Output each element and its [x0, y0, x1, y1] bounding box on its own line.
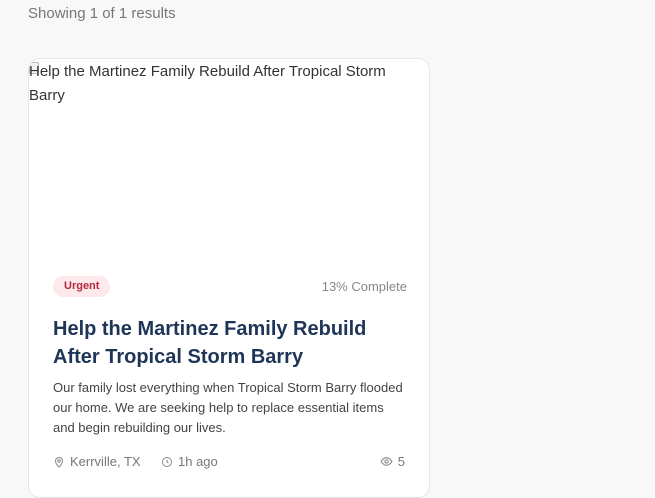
image-alt-text: Help the Martinez Family Rebuild After T…	[29, 63, 386, 104]
time-ago: 1h ago	[161, 454, 218, 469]
campaign-card[interactable]: Help the Martinez Family Rebuild After T…	[28, 58, 430, 498]
clock-icon	[162, 456, 172, 467]
time-text: 1h ago	[178, 454, 218, 469]
views-text: 5	[397, 454, 405, 469]
urgent-badge: Urgent	[53, 276, 111, 297]
view-count: 5	[380, 454, 405, 469]
campaign-description: Our family lost everything when Tropical…	[53, 380, 403, 435]
card-body: Urgent 13% Complete Help the Martinez Fa…	[53, 273, 407, 474]
campaign-title[interactable]: Help the Martinez Family Rebuild After T…	[53, 315, 407, 371]
progress-text: 13% Complete	[321, 279, 407, 294]
card-footer: Kerrville, TX 1h ago 5	[53, 452, 407, 474]
location: Kerrville, TX	[53, 454, 141, 469]
campaign-image[interactable]: Help the Martinez Family Rebuild After T…	[29, 59, 429, 255]
eye-icon	[380, 457, 393, 466]
card-meta-row: Urgent 13% Complete	[53, 273, 407, 299]
results-count: Showing 1 of 1 results	[28, 5, 176, 22]
location-text: Kerrville, TX	[70, 454, 141, 469]
map-pin-icon	[54, 456, 64, 468]
